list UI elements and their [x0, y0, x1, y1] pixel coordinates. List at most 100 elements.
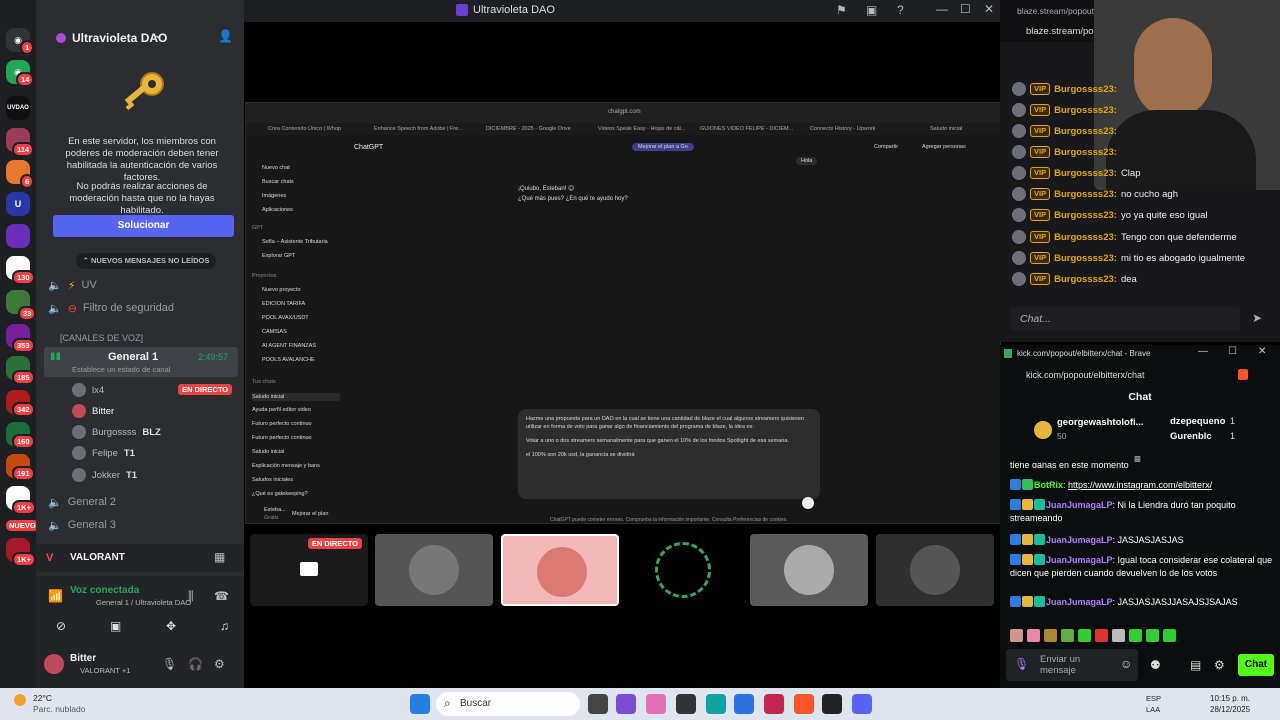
- maximize-icon[interactable]: ☐: [1228, 347, 1237, 357]
- add-people-button[interactable]: Agregar personas: [922, 144, 966, 150]
- server-icon[interactable]: [6, 224, 30, 248]
- store-icon[interactable]: ▤: [1190, 659, 1201, 671]
- brave-shield-icon[interactable]: [1238, 369, 1248, 380]
- disconnect-icon[interactable]: ☎: [214, 590, 229, 602]
- app-icon[interactable]: [822, 694, 842, 714]
- chat-username[interactable]: Burgossss23:: [1054, 210, 1117, 221]
- channel-uv[interactable]: 🔈 ⚡ UV: [48, 275, 238, 295]
- app-icon[interactable]: [734, 694, 754, 714]
- emote-icon[interactable]: [1010, 629, 1023, 642]
- taskbar-search[interactable]: ⌕ Buscar: [436, 692, 580, 716]
- project-item[interactable]: POOL AVAX/USDT: [262, 315, 309, 321]
- activity-icon[interactable]: ▦: [214, 551, 225, 563]
- voice-connected-label[interactable]: Voz conectada: [70, 585, 139, 596]
- screen-share-icon[interactable]: ▣: [110, 620, 121, 632]
- emote-icon[interactable]: [1095, 629, 1108, 642]
- chatgpt-title[interactable]: ChatGPT: [354, 144, 383, 151]
- headphones-icon[interactable]: 🎧: [188, 658, 203, 670]
- voice-member[interactable]: Felipe T1: [72, 444, 135, 462]
- sidebar-item[interactable]: Explorar GPT: [262, 253, 295, 259]
- browser-tab[interactable]: DICIEMBRE - 2025 - Google Drive: [486, 126, 571, 132]
- emote-icon[interactable]: [1146, 629, 1159, 642]
- activity-panel[interactable]: V VALORANT ▦: [36, 544, 244, 572]
- soundboard-icon[interactable]: ♫: [220, 620, 229, 632]
- browser-tab[interactable]: Videos Speak Easy - Hojas de cál...: [598, 126, 685, 132]
- send-icon[interactable]: ➤: [1252, 312, 1262, 324]
- chat-item[interactable]: Explicación mensaje y bans: [252, 463, 320, 469]
- fix-button[interactable]: Solucionar: [53, 215, 234, 237]
- chat-username[interactable]: Burgossss23:: [1054, 147, 1117, 158]
- voice-member[interactable]: lx4: [72, 381, 104, 399]
- account-name[interactable]: Esteba...: [264, 507, 286, 513]
- project-item[interactable]: CAMISAS: [262, 329, 287, 335]
- channel-status-input[interactable]: Establece un estado de canal: [72, 365, 170, 374]
- chat-link[interactable]: https://www.instagram.com/elbitterx/: [1068, 480, 1212, 490]
- project-item[interactable]: POOLS AVALANCHE: [262, 357, 315, 363]
- task-view-icon[interactable]: [588, 694, 608, 714]
- emote-icon[interactable]: [1112, 629, 1125, 642]
- chat-username[interactable]: JuanJumagaLP: [1046, 500, 1113, 510]
- project-item[interactable]: AI AGENT FINANZAS: [262, 343, 316, 349]
- noise-suppression-icon[interactable]: ⫼: [188, 590, 194, 602]
- shared-screen[interactable]: chatgpt.com Crea Contenido Único | Whop …: [245, 102, 1001, 524]
- weather-icon[interactable]: [14, 694, 26, 706]
- edge-icon[interactable]: [706, 694, 726, 714]
- emote-icon[interactable]: [1044, 629, 1057, 642]
- chat-username[interactable]: Burgossss23:: [1054, 126, 1117, 137]
- close-icon[interactable]: ✕: [984, 3, 994, 15]
- users-icon[interactable]: ⚉: [1150, 659, 1161, 671]
- chat-username[interactable]: Burgossss23:: [1054, 253, 1117, 264]
- activities-icon[interactable]: ✥: [166, 620, 176, 632]
- gifter-name[interactable]: dzepequeno: [1170, 416, 1225, 427]
- close-icon[interactable]: ✕: [1258, 347, 1266, 357]
- new-messages-bar[interactable]: ⌃ NUEVOS MENSAJES NO LEÍDOS: [76, 253, 216, 269]
- emote-icon[interactable]: [1163, 629, 1176, 642]
- store-icon[interactable]: [676, 694, 696, 714]
- voice-member[interactable]: Jokker T1: [72, 466, 137, 484]
- copilot-icon[interactable]: [646, 694, 666, 714]
- chat-item[interactable]: Saludos iniciales: [252, 477, 293, 483]
- screen-share-icon[interactable]: ▣: [866, 4, 877, 16]
- invite-icon[interactable]: 👤: [218, 30, 233, 42]
- microphone-icon[interactable]: 🎙: [1014, 658, 1029, 670]
- emoji-icon[interactable]: ☺: [1120, 658, 1132, 670]
- chat-username[interactable]: JuanJumagaLP: [1046, 535, 1113, 545]
- settings-gear-icon[interactable]: ⚙: [214, 658, 225, 670]
- microphone-icon[interactable]: 🎙: [162, 658, 177, 670]
- share-button[interactable]: Compartir: [874, 144, 898, 150]
- voice-channel-general-2[interactable]: 🔈 General 2: [48, 492, 238, 512]
- sidebar-item[interactable]: Nuevo chat: [262, 165, 290, 171]
- emote-icon[interactable]: [1129, 629, 1142, 642]
- maximize-icon[interactable]: ☐: [960, 3, 971, 15]
- account-upgrade-button[interactable]: Mejorar el plan: [292, 511, 328, 517]
- participant-tile-speaking[interactable]: [501, 534, 619, 606]
- address-bar[interactable]: kick.com/popout/elbitterx/chat: [1000, 365, 1280, 385]
- send-chat-button[interactable]: Chat: [1238, 654, 1274, 676]
- top-gifter-name[interactable]: georgewashtolofi...: [1057, 417, 1144, 428]
- sidebar-item[interactable]: Imágenes: [262, 193, 286, 199]
- send-button[interactable]: [802, 497, 814, 509]
- sidebar-item[interactable]: Sofía – Asistente Tributaria: [262, 239, 328, 245]
- participant-tile[interactable]: EN DIRECTO: [250, 534, 368, 606]
- emote-icon[interactable]: [1061, 629, 1074, 642]
- chat-username[interactable]: Burgossss23:: [1054, 274, 1117, 285]
- chat-item[interactable]: Saludo inicial: [252, 393, 340, 401]
- chat-item[interactable]: Saludo inicial: [252, 449, 284, 455]
- message-input[interactable]: 🎙 Enviar un mensaje ☺: [1006, 649, 1138, 681]
- browser-tab[interactable]: Enhance Speech from Adobe | Fre...: [374, 126, 463, 132]
- browser-tab[interactable]: Crea Contenido Único | Whop: [268, 126, 341, 132]
- browser-tab[interactable]: Connects History - Upwork: [810, 126, 875, 132]
- discord-icon[interactable]: [852, 694, 872, 714]
- participant-tile[interactable]: [625, 534, 743, 606]
- chat-input[interactable]: Chat...: [1010, 307, 1240, 331]
- upgrade-pill[interactable]: Mejorar el plan a Go: [632, 143, 694, 151]
- chat-username[interactable]: JuanJumagaLP: [1046, 555, 1113, 565]
- chat-username[interactable]: Burgossss23:: [1054, 189, 1117, 200]
- chat-username[interactable]: Burgossss23:: [1054, 232, 1117, 243]
- server-header[interactable]: Ultravioleta DAO ⌄ 👤: [36, 24, 244, 52]
- lang-indicator[interactable]: ESP: [1146, 694, 1161, 703]
- chat-item[interactable]: Futuro perfecto continuo: [252, 435, 312, 441]
- sidebar-item[interactable]: Aplicaciones: [262, 207, 293, 213]
- help-icon[interactable]: ?: [897, 4, 904, 16]
- emote-icon[interactable]: [1027, 629, 1040, 642]
